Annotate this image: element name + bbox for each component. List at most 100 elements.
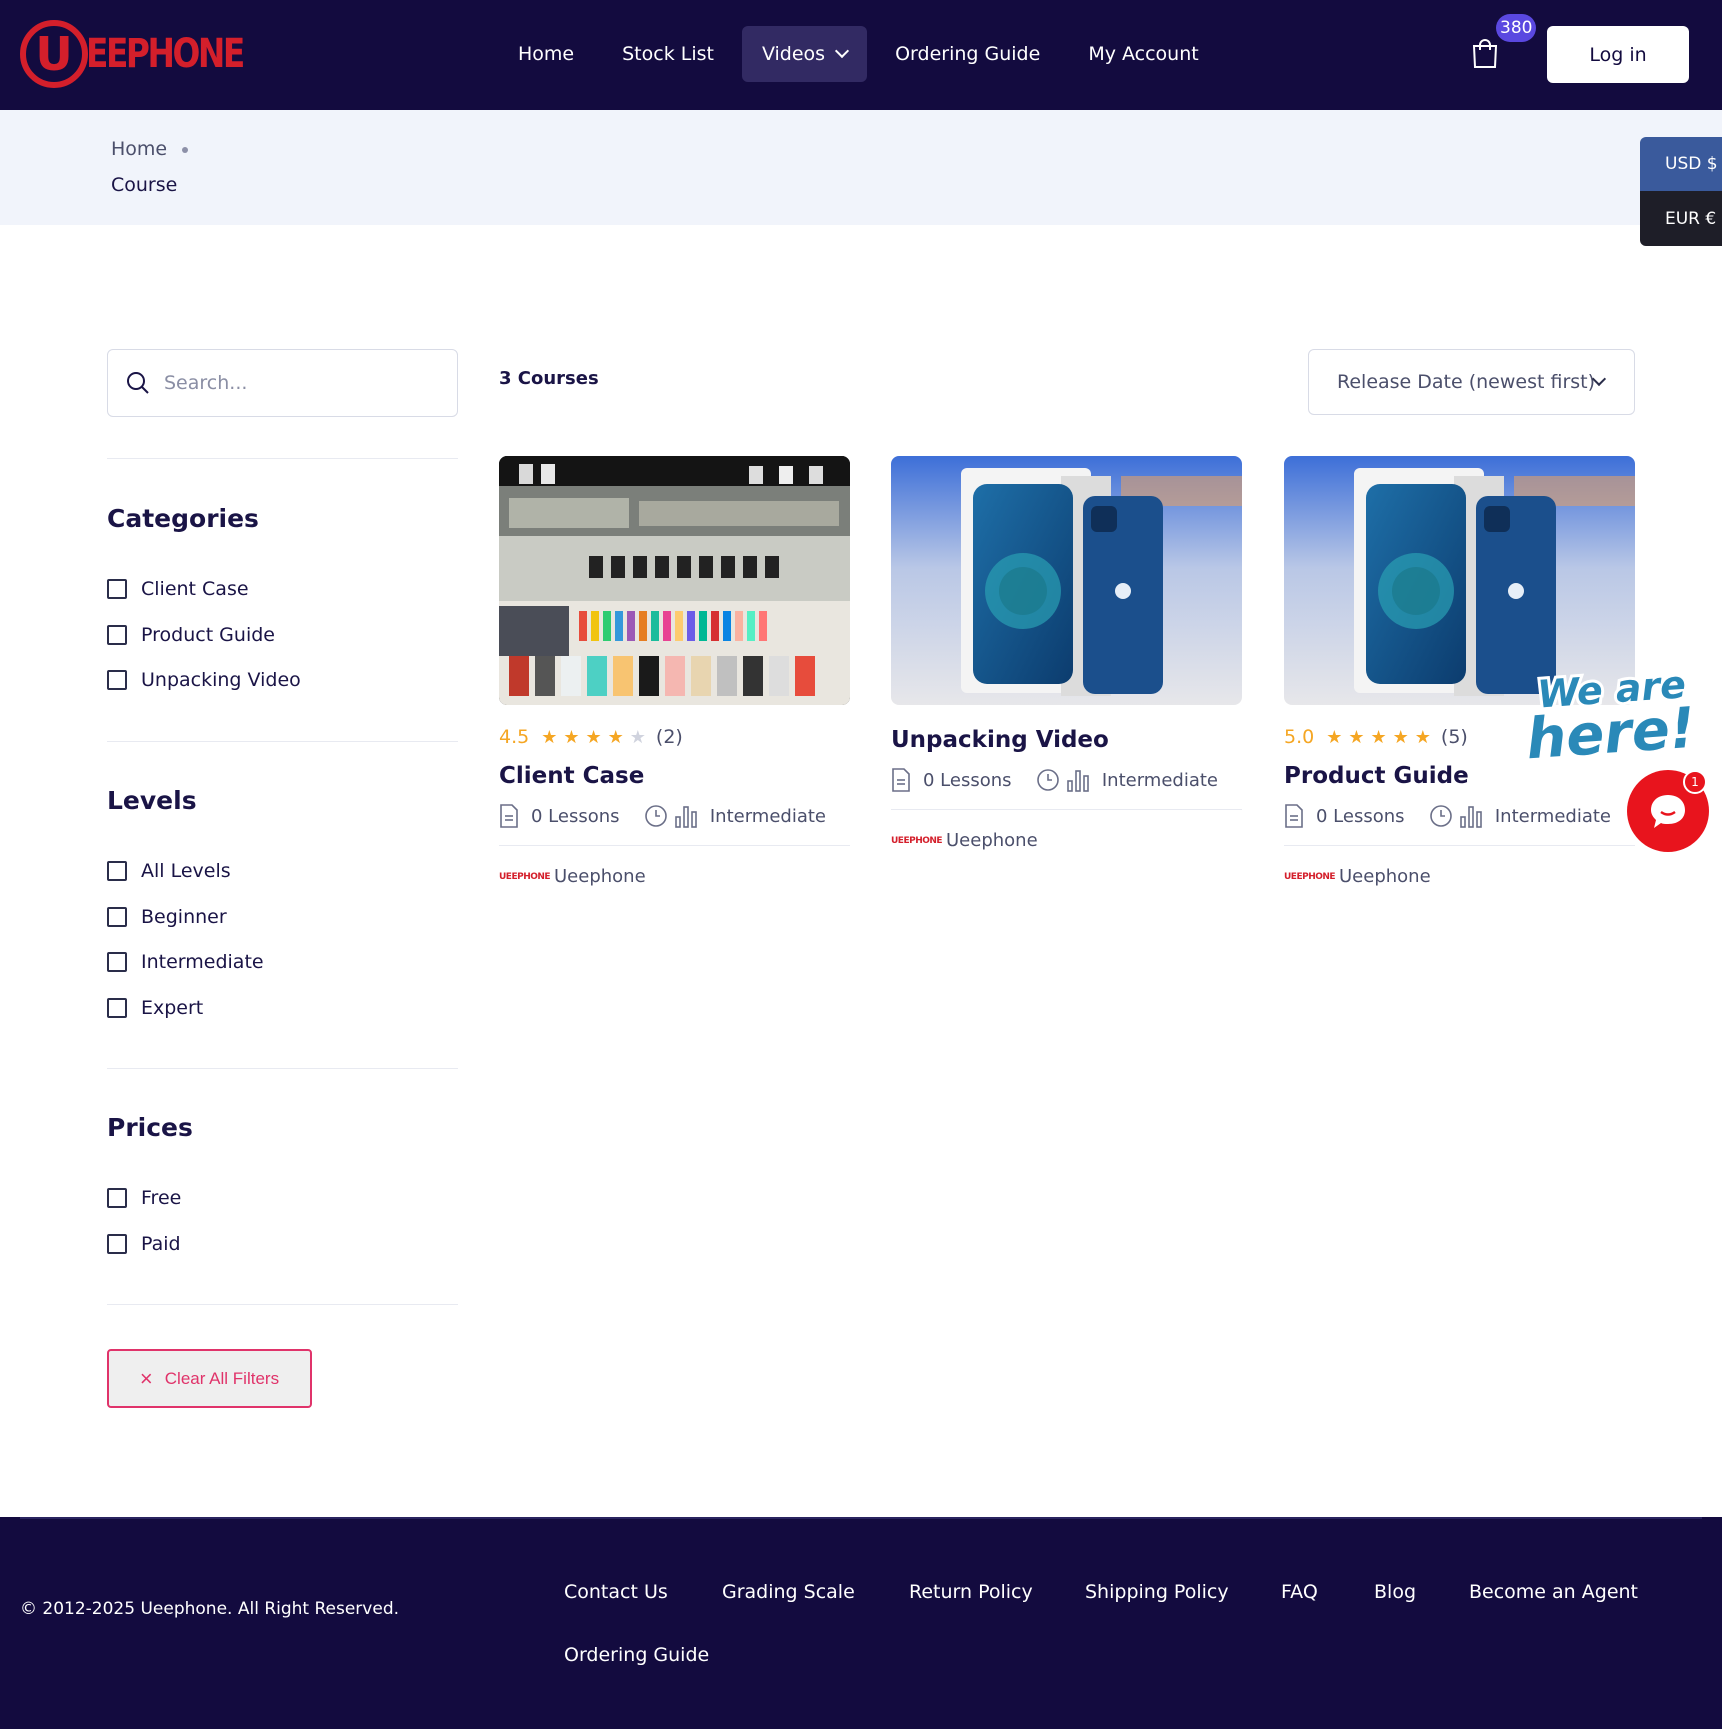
nav-stock-list[interactable]: Stock List <box>602 26 734 82</box>
checkbox[interactable] <box>107 998 127 1018</box>
footer-link-agent[interactable]: Become an Agent <box>1469 1581 1638 1603</box>
footer-link-grading[interactable]: Grading Scale <box>722 1581 855 1603</box>
course-title[interactable]: Product Guide <box>1284 763 1635 789</box>
lesson-count: 0 Lessons <box>531 805 620 827</box>
footer-divider <box>20 1517 1702 1519</box>
cart-icon[interactable] <box>1470 38 1500 70</box>
checkbox[interactable] <box>107 861 127 881</box>
checkbox[interactable] <box>107 579 127 599</box>
close-icon: × <box>139 1365 153 1391</box>
nav-my-account[interactable]: My Account <box>1068 26 1218 82</box>
star-icon: ★ <box>1414 726 1431 748</box>
footer-link-faq[interactable]: FAQ <box>1281 1581 1318 1603</box>
star-icon: ★ <box>541 726 558 748</box>
document-icon <box>1285 804 1303 828</box>
clear-filters-button[interactable]: × Clear All Filters <box>107 1349 312 1408</box>
clock-icon <box>1429 805 1452 827</box>
level-expert[interactable]: Expert <box>107 997 203 1019</box>
course-level: Intermediate <box>1494 805 1611 827</box>
course-thumbnail[interactable] <box>891 456 1242 705</box>
footer-link-shipping[interactable]: Shipping Policy <box>1085 1581 1229 1603</box>
copyright: © 2012-2025 Ueephone. All Right Reserved… <box>20 1599 400 1619</box>
levels-title: Levels <box>107 786 197 815</box>
star-icon: ★ <box>1326 726 1343 748</box>
level-label: Expert <box>141 997 204 1019</box>
prices-title: Prices <box>107 1113 193 1142</box>
document-icon <box>500 804 518 828</box>
sidebar-divider <box>107 1068 458 1069</box>
card-divider <box>1284 845 1635 846</box>
course-author[interactable]: UEEPHONE Ueephone <box>891 830 1242 851</box>
category-client-case[interactable]: Client Case <box>107 578 249 600</box>
course-author[interactable]: UEEPHONE Ueephone <box>499 866 850 887</box>
checkbox[interactable] <box>107 907 127 927</box>
category-product-guide[interactable]: Product Guide <box>107 624 275 646</box>
footer-link-ordering[interactable]: Ordering Guide <box>564 1644 709 1666</box>
price-paid[interactable]: Paid <box>107 1233 181 1255</box>
footer-link-blog[interactable]: Blog <box>1374 1581 1416 1603</box>
course-card[interactable]: 4.5 ★ ★ ★ ★ ★ (2) Client Case 0 Lessons … <box>499 456 850 887</box>
document-icon <box>892 768 910 792</box>
breadcrumb-separator <box>182 147 188 153</box>
level-label: Beginner <box>141 906 227 928</box>
card-divider <box>499 845 850 846</box>
category-label: Client Case <box>141 578 249 600</box>
nav-home[interactable]: Home <box>498 26 594 82</box>
review-count: (5) <box>1440 726 1468 748</box>
checkbox[interactable] <box>107 1234 127 1254</box>
level-all[interactable]: All Levels <box>107 860 231 882</box>
checkbox[interactable] <box>107 670 127 690</box>
footer-link-contact[interactable]: Contact Us <box>564 1581 668 1603</box>
sidebar-divider <box>107 741 458 742</box>
price-free[interactable]: Free <box>107 1187 181 1209</box>
clear-filters-label: Clear All Filters <box>164 1368 280 1388</box>
star-icon: ★ <box>607 726 624 748</box>
chat-icon <box>1651 795 1685 828</box>
nav-videos[interactable]: Videos <box>741 26 868 82</box>
search-input[interactable] <box>164 372 444 394</box>
rating-score: 4.5 <box>499 726 530 748</box>
price-label: Paid <box>141 1233 181 1255</box>
site-logo[interactable]: U EEPHONE <box>20 18 277 90</box>
main-nav: Home Stock List Videos Ordering Guide My… <box>498 26 1227 82</box>
card-divider <box>891 809 1242 810</box>
course-thumbnail[interactable] <box>499 456 850 705</box>
rating-score: 5.0 <box>1284 726 1315 748</box>
author-logo: UEEPHONE <box>499 871 551 882</box>
footer-link-return[interactable]: Return Policy <box>909 1581 1033 1603</box>
sort-select[interactable]: Release Date (newest first) <box>1308 349 1635 415</box>
star-icon: ★ <box>1392 726 1409 748</box>
currency-usd-button[interactable]: USD $ <box>1640 137 1722 191</box>
search-icon <box>127 372 149 394</box>
sidebar-divider <box>107 458 458 459</box>
price-label: Free <box>141 1187 182 1209</box>
currency-eur-button[interactable]: EUR € <box>1640 191 1722 246</box>
author-logo: UEEPHONE <box>891 835 943 846</box>
level-bars-icon <box>675 806 697 828</box>
course-author[interactable]: UEEPHONE Ueephone <box>1284 866 1635 887</box>
nav-ordering-guide[interactable]: Ordering Guide <box>875 26 1060 82</box>
chat-sticker[interactable]: We are here! <box>1518 659 1718 775</box>
course-meta: 0 Lessons Intermediate <box>499 803 850 829</box>
checkbox[interactable] <box>107 625 127 645</box>
category-unpacking-video[interactable]: Unpacking Video <box>107 669 301 691</box>
chevron-down-icon <box>835 43 850 59</box>
star-icon: ★ <box>1348 726 1365 748</box>
nav-videos-label: Videos <box>761 43 826 65</box>
author-name: Ueephone <box>554 866 646 887</box>
breadcrumb-current: Course <box>111 174 178 196</box>
level-intermediate[interactable]: Intermediate <box>107 951 264 973</box>
level-bars-icon <box>1067 770 1089 792</box>
checkbox[interactable] <box>107 1188 127 1208</box>
course-title[interactable]: Client Case <box>499 763 850 789</box>
course-card[interactable]: Unpacking Video 0 Lessons Intermediate U… <box>891 456 1242 851</box>
author-name: Ueephone <box>946 830 1038 851</box>
breadcrumb-home[interactable]: Home <box>111 138 167 160</box>
course-meta: 0 Lessons Intermediate <box>891 767 1242 793</box>
category-label: Unpacking Video <box>141 669 301 691</box>
course-title[interactable]: Unpacking Video <box>891 727 1242 753</box>
login-button[interactable]: Log in <box>1547 26 1689 83</box>
checkbox[interactable] <box>107 952 127 972</box>
svg-text:here!: here! <box>1524 696 1697 760</box>
level-beginner[interactable]: Beginner <box>107 906 227 928</box>
